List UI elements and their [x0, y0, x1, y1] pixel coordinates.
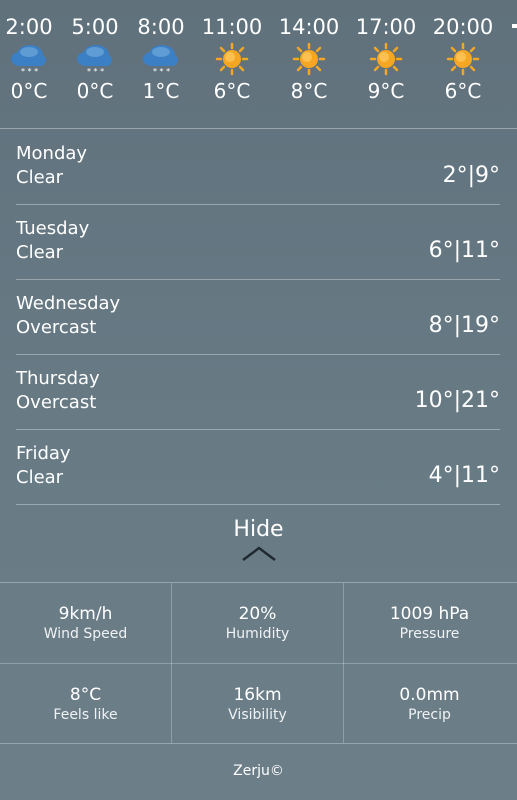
hour-temp: 6°C: [213, 79, 251, 103]
snow-cloud-icon: * * *: [126, 42, 196, 76]
stat-value: 9km/h: [58, 604, 113, 624]
daily-forecast-list: Monday Clear 2°|9° Tuesday Clear 6°|11° …: [0, 130, 517, 505]
hour-time: 5:00: [71, 15, 119, 39]
day-row[interactable]: Friday Clear 4°|11°: [16, 430, 500, 505]
stat-value: 20%: [238, 604, 277, 624]
sun-icon: [197, 42, 267, 76]
hourly-forecast-strip[interactable]: 2:00 * * * 0°C 5:00 * * * 0°C 8:00 * * *…: [0, 0, 517, 129]
stat-label: Feels like: [53, 707, 118, 723]
sun-icon: [428, 42, 498, 76]
hour-time: 20:00: [432, 15, 494, 39]
stat-wind-speed: 9km/h Wind Speed: [0, 583, 171, 663]
day-temp-range: 10°|21°: [414, 388, 500, 413]
hourly-item: 11:00 6°C: [197, 14, 267, 104]
hide-label: Hide: [233, 517, 284, 542]
sun-icon: [274, 42, 344, 76]
stat-value: 16km: [233, 685, 282, 705]
svg-text:* * *: * * *: [21, 67, 38, 76]
day-name: Wednesday: [16, 293, 121, 314]
weather-details-grid: 9km/h Wind Speed 20% Humidity 1009 hPa P…: [0, 582, 517, 744]
day-name: Tuesday: [16, 218, 90, 239]
next-hour-edge: [512, 24, 517, 28]
day-condition: Clear: [16, 167, 64, 188]
stat-label: Visibility: [228, 707, 287, 723]
hour-time: 2:00: [5, 15, 53, 39]
day-name: Thursday: [16, 368, 100, 389]
hour-time: 14:00: [278, 15, 340, 39]
stat-value: 1009 hPa: [389, 604, 470, 624]
stat-humidity: 20% Humidity: [172, 583, 343, 663]
hour-temp: 6°C: [444, 79, 482, 103]
stat-visibility: 16km Visibility: [172, 664, 343, 744]
hour-temp: 0°C: [10, 79, 48, 103]
snow-cloud-icon: * * *: [0, 42, 64, 76]
hide-button[interactable]: Hide: [0, 516, 517, 562]
day-temp-range: 2°|9°: [442, 163, 500, 188]
stat-precip: 0.0mm Precip: [344, 664, 515, 744]
day-name: Friday: [16, 443, 71, 464]
snow-cloud-icon: * * *: [60, 42, 130, 76]
hourly-item: 17:00 9°C: [351, 14, 421, 104]
hour-time: 17:00: [355, 15, 417, 39]
stat-label: Humidity: [225, 626, 290, 642]
hourly-item: 5:00 * * * 0°C: [60, 14, 130, 104]
day-temp-range: 4°|11°: [428, 463, 500, 488]
sun-icon: [351, 42, 421, 76]
day-row[interactable]: Wednesday Overcast 8°|19°: [16, 280, 500, 355]
svg-text:* * *: * * *: [87, 67, 104, 76]
day-condition: Overcast: [16, 317, 97, 338]
stat-feels-like: 8°C Feels like: [0, 664, 171, 744]
day-name: Monday: [16, 143, 88, 164]
hour-temp: 0°C: [76, 79, 114, 103]
hourly-item: 2:00 * * * 0°C: [0, 14, 64, 104]
stat-label: Pressure: [399, 626, 460, 642]
day-condition: Clear: [16, 242, 64, 263]
day-temp-range: 6°|11°: [428, 238, 500, 263]
stat-label: Wind Speed: [43, 626, 128, 642]
hourly-item: 8:00 * * * 1°C: [126, 14, 196, 104]
day-row[interactable]: Monday Clear 2°|9°: [16, 130, 500, 205]
hour-temp: 1°C: [142, 79, 180, 103]
stat-value: 8°C: [69, 685, 102, 705]
day-temp-range: 8°|19°: [428, 313, 500, 338]
hour-temp: 8°C: [290, 79, 328, 103]
chevron-up-icon: [241, 546, 276, 561]
footer-credit: Zerju©: [233, 763, 284, 779]
hour-time: 11:00: [201, 15, 263, 39]
day-condition: Clear: [16, 467, 64, 488]
day-row[interactable]: Thursday Overcast 10°|21°: [16, 355, 500, 430]
hourly-item: 14:00 8°C: [274, 14, 344, 104]
day-row[interactable]: Tuesday Clear 6°|11°: [16, 205, 500, 280]
stat-pressure: 1009 hPa Pressure: [344, 583, 515, 663]
stat-value: 0.0mm: [399, 685, 460, 705]
hour-temp: 9°C: [367, 79, 405, 103]
hour-time: 8:00: [137, 15, 185, 39]
day-condition: Overcast: [16, 392, 97, 413]
stat-label: Precip: [408, 707, 451, 723]
hourly-item: 20:00 6°C: [428, 14, 498, 104]
svg-text:* * *: * * *: [153, 67, 170, 76]
